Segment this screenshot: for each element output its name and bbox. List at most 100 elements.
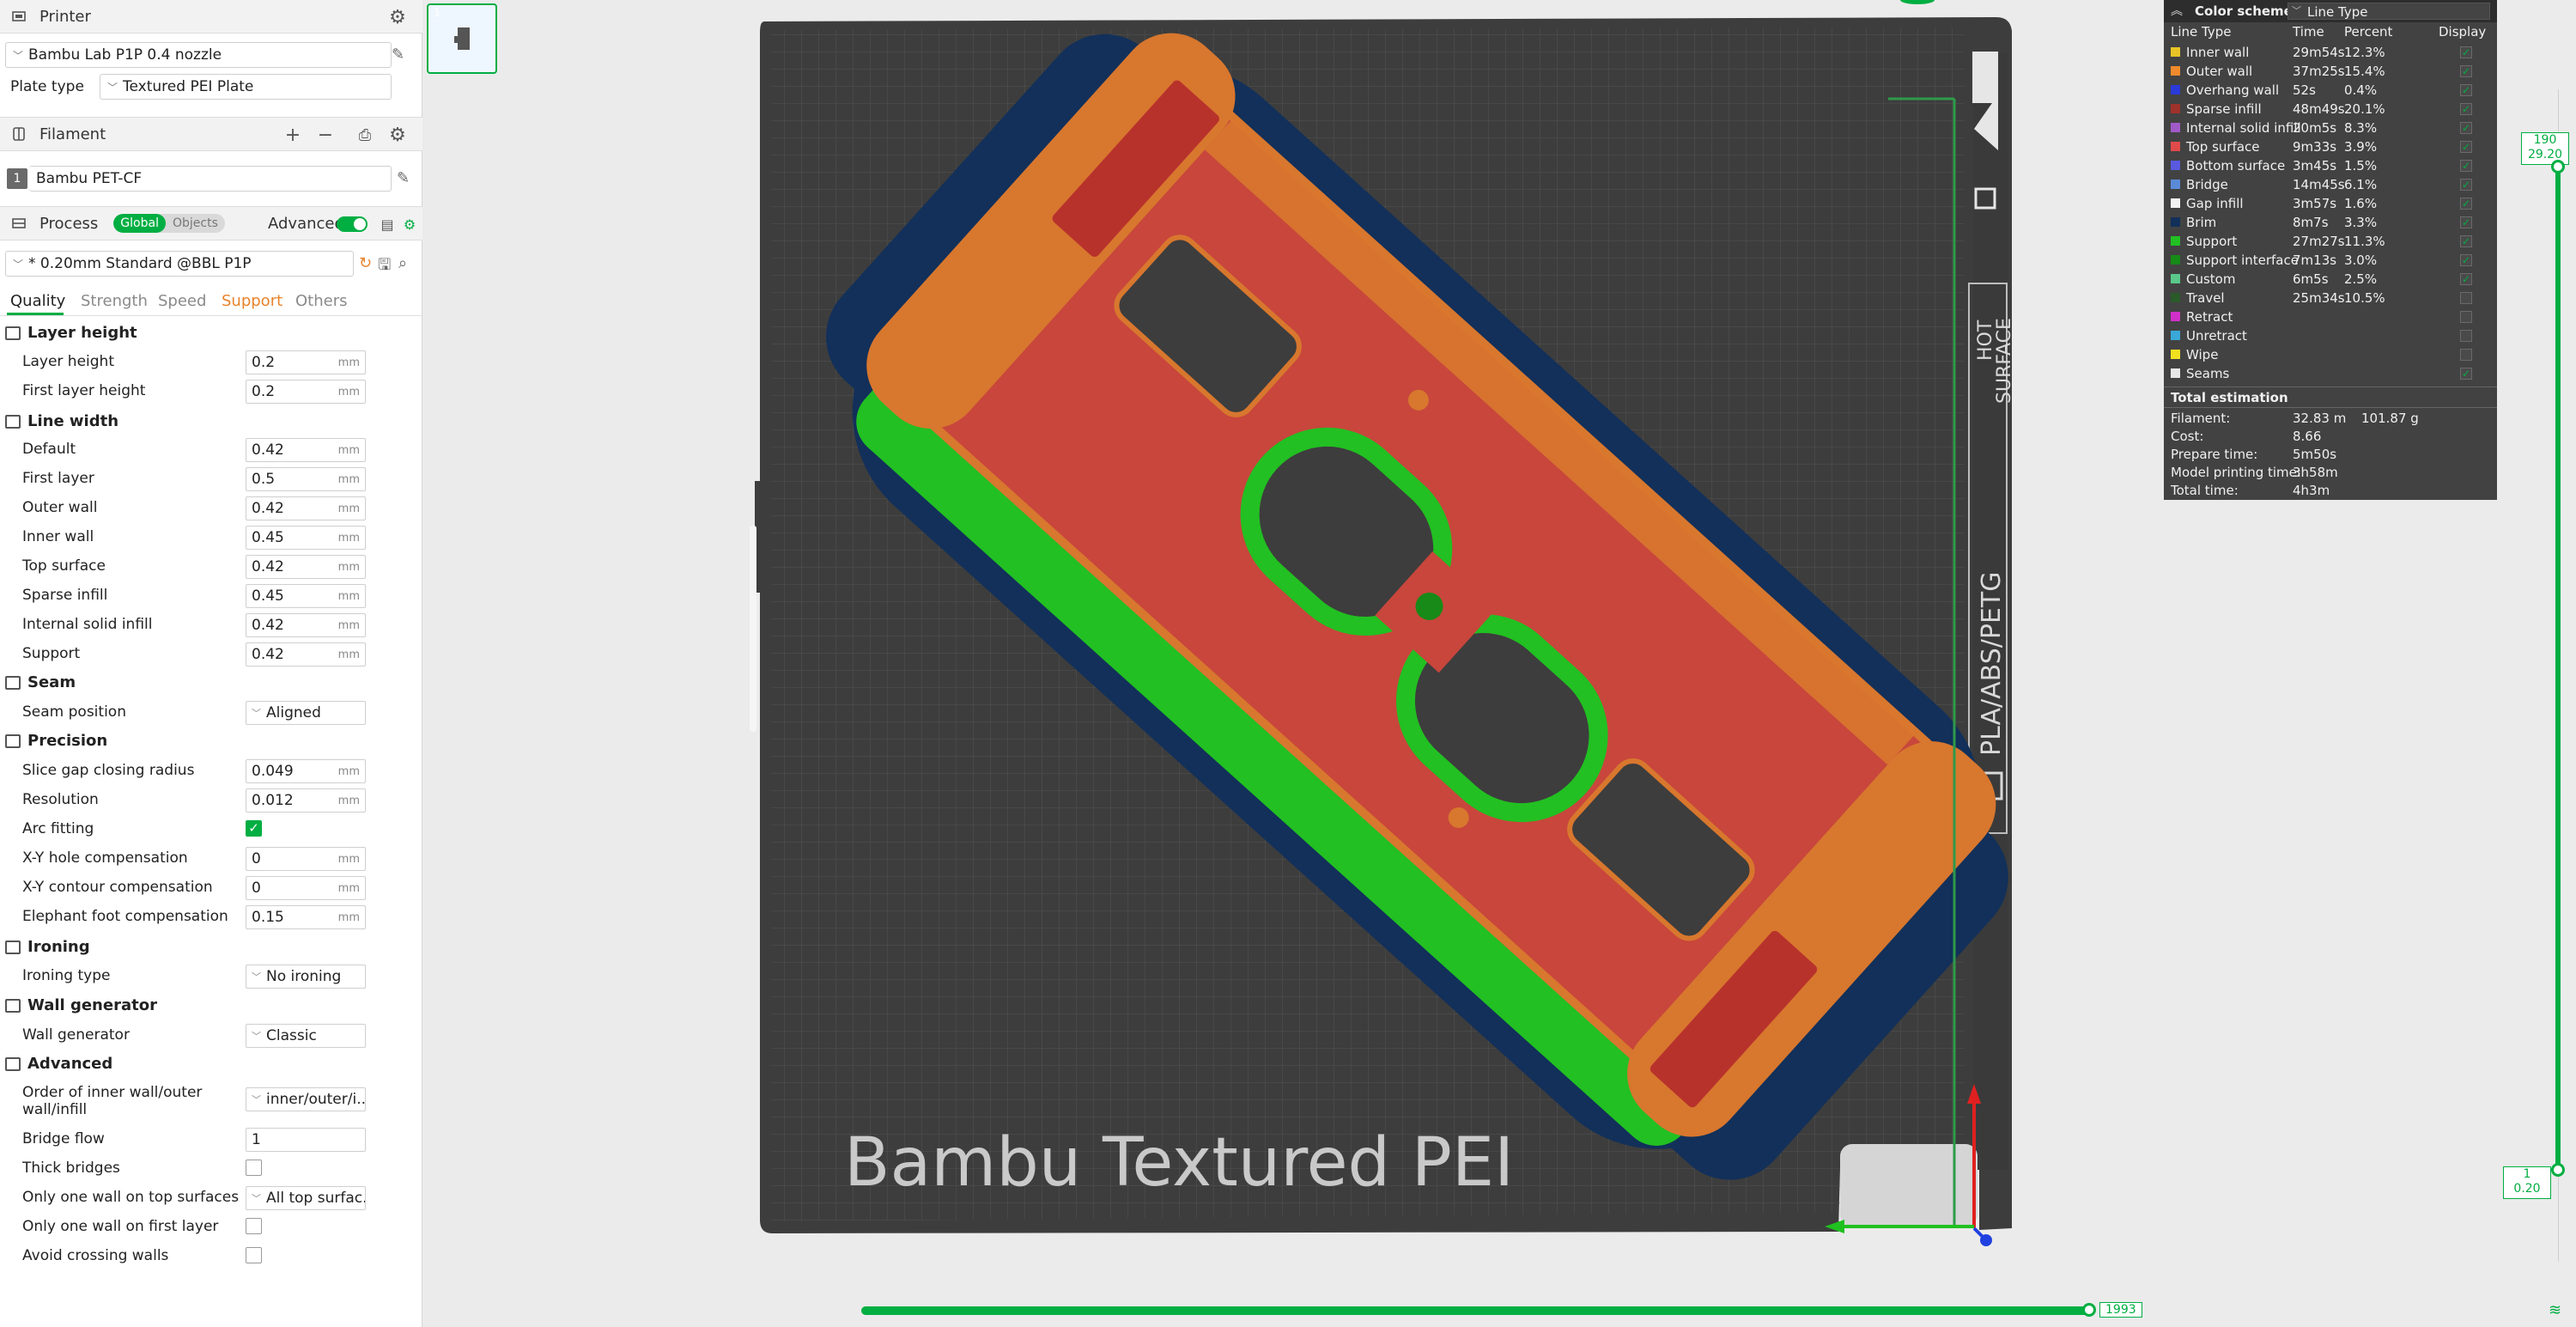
ironing-type-select[interactable]: ﹀ No ironing: [246, 965, 366, 989]
legend-percent: 0.4%: [2344, 82, 2378, 98]
lw-internal-solid-infill-input[interactable]: 0.42 mm: [246, 613, 366, 637]
legend-title: Color scheme: [2195, 3, 2293, 19]
filament-sync-icon[interactable]: ⎙: [355, 125, 374, 144]
color-scheme-select[interactable]: ﹀ Line Type: [2287, 3, 2490, 20]
lw-outer-wall-input[interactable]: 0.42 mm: [246, 496, 366, 520]
legend-display-checkbox[interactable]: [2460, 349, 2472, 361]
legend-display-checkbox[interactable]: [2460, 292, 2472, 304]
legend-display-checkbox[interactable]: ✓: [2460, 122, 2472, 134]
total-value: 5m50s: [2293, 447, 2337, 462]
process-section-header: Process Global Objects Advanced ▤ ⚙: [0, 206, 422, 240]
save-preset-icon[interactable]: 🖫: [378, 254, 391, 280]
compare-icon[interactable]: ▤: [378, 215, 397, 234]
legend-time: 37m25s: [2293, 64, 2345, 79]
one-wall-top-select[interactable]: ﹀ All top surfac...: [246, 1186, 366, 1210]
edit-filament-icon[interactable]: ✎: [397, 169, 410, 187]
lw-support-input[interactable]: 0.42 mm: [246, 642, 366, 667]
arc-fitting-checkbox[interactable]: ✓: [246, 820, 262, 837]
first-layer-height-input[interactable]: 0.2 mm: [246, 380, 366, 404]
plate-tab: [1972, 52, 1998, 103]
lw-inner-wall-input[interactable]: 0.45 mm: [246, 526, 366, 550]
avoid-crossing-checkbox[interactable]: [246, 1247, 262, 1263]
tab-others[interactable]: Others: [295, 292, 348, 310]
layer-slider-track[interactable]: [2555, 161, 2561, 1175]
layer-bottom-handle[interactable]: [2551, 1163, 2565, 1177]
seam-group-icon: [5, 675, 21, 690]
slice-gap-label: Slice gap closing radius: [22, 762, 195, 779]
total-label: Total time:: [2171, 483, 2239, 498]
unit: mm: [337, 589, 360, 603]
seam-position-select[interactable]: ﹀ Aligned: [246, 701, 366, 725]
xy-hole-input[interactable]: 0 mm: [246, 847, 366, 871]
legend-time: 48m49s: [2293, 101, 2345, 117]
one-wall-first-checkbox[interactable]: [246, 1218, 262, 1234]
legend-collapse-icon[interactable]: ︽: [2171, 2, 2183, 19]
elephant-foot-input[interactable]: 0.15 mm: [246, 905, 366, 929]
legend-display-checkbox[interactable]: [2460, 311, 2472, 323]
wall-generator-select[interactable]: ﹀ Classic: [246, 1024, 366, 1048]
layer-top-handle[interactable]: [2551, 160, 2565, 173]
filament-settings-gear-icon[interactable]: ⚙: [388, 125, 407, 146]
legend-display-checkbox[interactable]: ✓: [2460, 179, 2472, 191]
move-slider-handle[interactable]: [2082, 1303, 2096, 1317]
legend-display-checkbox[interactable]: ✓: [2460, 65, 2472, 77]
tab-strength[interactable]: Strength: [81, 292, 148, 310]
legend-display-checkbox[interactable]: ✓: [2460, 273, 2472, 285]
search-icon[interactable]: ⌕: [398, 254, 407, 272]
lw-support-value: 0.42: [252, 646, 284, 663]
edit-printer-icon[interactable]: ✎: [392, 46, 404, 64]
lw-default-input[interactable]: 0.42 mm: [246, 438, 366, 462]
legend-line-type: Gap infill: [2186, 196, 2244, 211]
legend-display-checkbox[interactable]: ✓: [2460, 160, 2472, 172]
legend-display-checkbox[interactable]: ✓: [2460, 103, 2472, 115]
legend-swatch: [2171, 47, 2180, 57]
legend-line-type: Overhang wall: [2186, 82, 2280, 98]
lw-top-surface-input[interactable]: 0.42 mm: [246, 555, 366, 579]
global-objects-toggle[interactable]: Global Objects: [113, 214, 225, 233]
slice-gap-input[interactable]: 0.049 mm: [246, 759, 366, 783]
process-settings-icon[interactable]: ⚙: [400, 215, 419, 234]
filament-select[interactable]: Bambu PET-CF: [29, 166, 392, 192]
legend-display-checkbox[interactable]: ✓: [2460, 254, 2472, 266]
process-preset-select[interactable]: ﹀ * 0.20mm Standard @BBL P1P: [5, 251, 354, 277]
wall-generator-label: Wall generator: [22, 1026, 130, 1044]
layer-height-group-title: Layer height: [27, 324, 137, 342]
remove-filament-icon[interactable]: −: [316, 125, 335, 146]
legend-swatch: [2171, 142, 2180, 151]
toggle-objects[interactable]: Objects: [166, 214, 225, 233]
legend-display-checkbox[interactable]: ✓: [2460, 46, 2472, 58]
add-filament-icon[interactable]: +: [283, 125, 302, 146]
thick-bridges-checkbox[interactable]: [246, 1160, 262, 1176]
legend-display-checkbox[interactable]: ✓: [2460, 198, 2472, 210]
legend-display-checkbox[interactable]: ✓: [2460, 368, 2472, 380]
resolution-input[interactable]: 0.012 mm: [246, 788, 366, 813]
printer-settings-gear-icon[interactable]: ⚙: [388, 7, 407, 28]
legend-display-checkbox[interactable]: ✓: [2460, 84, 2472, 96]
ironing-group-icon: [5, 940, 21, 954]
tab-support[interactable]: Support: [222, 292, 283, 310]
legend-display-checkbox[interactable]: [2460, 330, 2472, 342]
lw-sparse-infill-input[interactable]: 0.45 mm: [246, 584, 366, 608]
legend-percent: 6.1%: [2344, 177, 2378, 192]
tab-speed[interactable]: Speed: [158, 292, 206, 310]
total-label: Filament:: [2171, 411, 2231, 426]
wall-order-select[interactable]: ﹀ inner/outer/i...: [246, 1087, 366, 1111]
layer-height-input[interactable]: 0.2 mm: [246, 350, 366, 374]
plate-type-select[interactable]: ﹀ Textured PEI Plate: [100, 74, 392, 100]
tab-quality[interactable]: Quality: [10, 292, 65, 310]
bridge-flow-input[interactable]: 1: [246, 1128, 366, 1152]
xy-hole-label: X-Y hole compensation: [22, 849, 188, 867]
legend-display-checkbox[interactable]: ✓: [2460, 235, 2472, 247]
xy-contour-input[interactable]: 0 mm: [246, 876, 366, 900]
legend-display-checkbox[interactable]: ✓: [2460, 141, 2472, 153]
toggle-global[interactable]: Global: [113, 214, 166, 233]
layers-stack-icon[interactable]: ≋: [2549, 1301, 2561, 1319]
move-slider-track[interactable]: [861, 1306, 2089, 1315]
printer-select[interactable]: ﹀ Bambu Lab P1P 0.4 nozzle: [5, 42, 392, 68]
ironing-type-value: No ironing: [266, 968, 342, 985]
lw-first-layer-input[interactable]: 0.5 mm: [246, 467, 366, 491]
printer-icon: [10, 9, 27, 24]
reset-preset-icon[interactable]: ↻: [359, 254, 372, 272]
legend-display-checkbox[interactable]: ✓: [2460, 216, 2472, 228]
advanced-toggle[interactable]: [337, 216, 368, 232]
